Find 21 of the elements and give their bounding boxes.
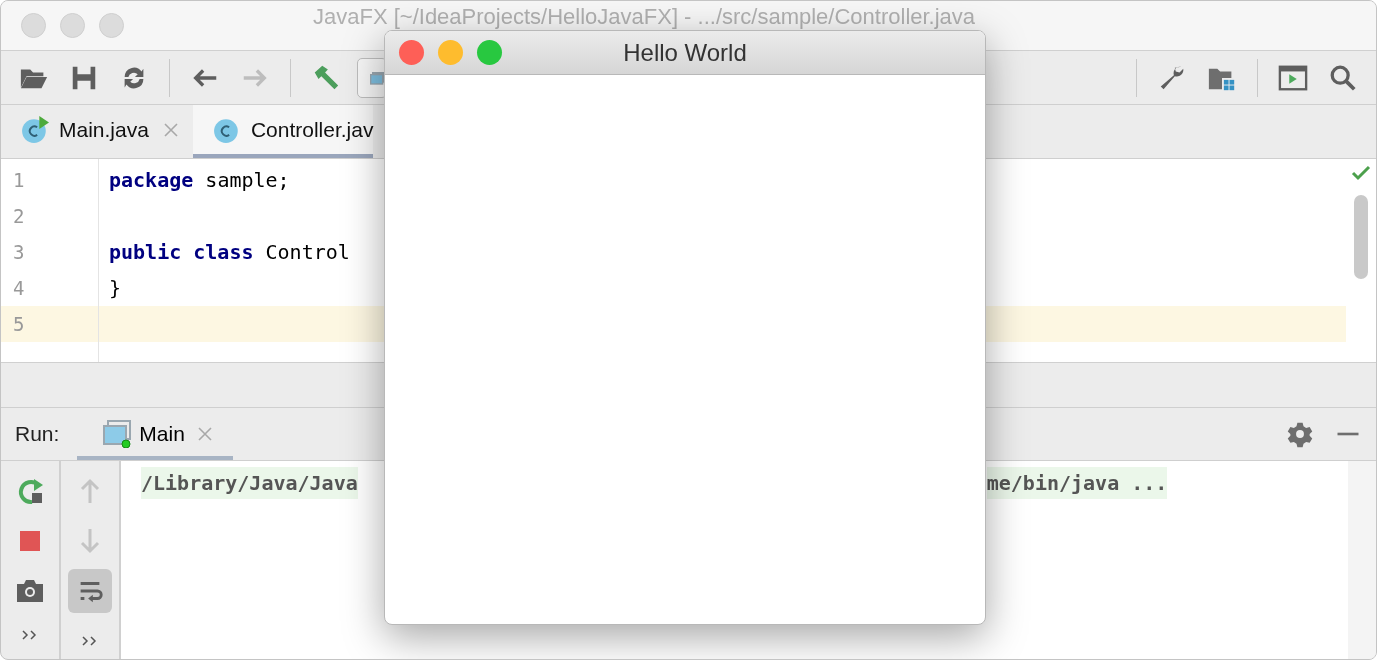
editor-tab[interactable]: Main.java (1, 105, 193, 158)
run-label: Run: (15, 422, 60, 446)
line-number: 1 (13, 169, 25, 191)
code-line: public class Control (109, 240, 350, 264)
line-number: 4 (13, 277, 25, 299)
application-window-icon (103, 420, 132, 448)
run-configuration-dropdown[interactable] (357, 57, 387, 98)
window-title: JavaFX [~/IdeaProjects/HelloJavaFX] - .../src/sample/Controller.java (313, 4, 976, 29)
line-number: 3 (13, 241, 25, 263)
code-line: } (109, 276, 122, 300)
scrollbar-thumb[interactable] (1354, 195, 1368, 279)
editor-tab[interactable]: Controller.jav (192, 105, 374, 158)
runnable-class-icon (21, 115, 49, 144)
console-output: /Library/Java/Java (141, 467, 358, 499)
line-number: 2 (13, 205, 25, 227)
soft-wrap-button[interactable] (68, 569, 112, 613)
line-number: 5 (13, 313, 25, 335)
console-output: me/bin/java ... (986, 467, 1168, 499)
close-button[interactable] (399, 40, 424, 65)
window-title: Hello World (623, 38, 747, 67)
code-line: package sample; (109, 168, 290, 192)
